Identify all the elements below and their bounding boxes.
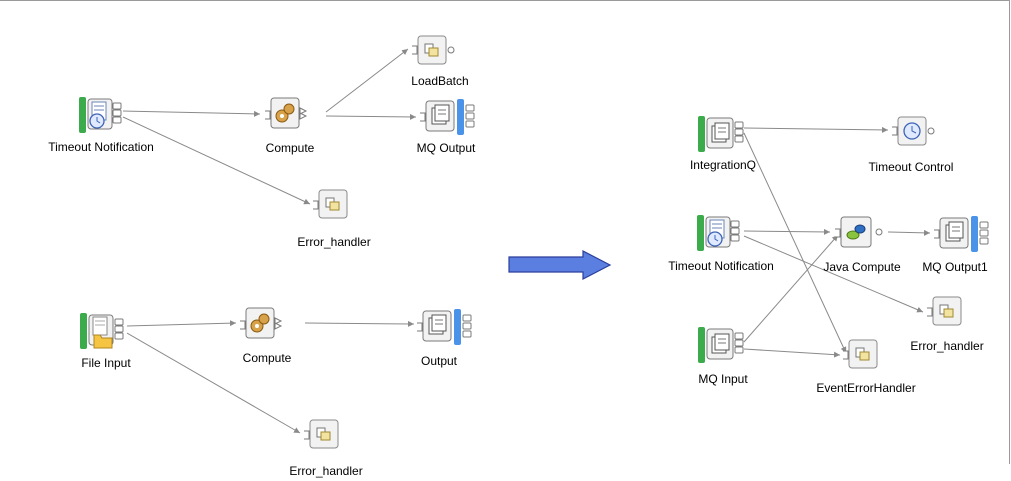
java-compute-node[interactable] <box>835 216 883 253</box>
node-label: MQ Input <box>698 372 748 386</box>
timeout-notification-icon <box>79 97 122 133</box>
error-handler-node[interactable] <box>304 419 342 456</box>
timeout-control-icon <box>892 116 935 146</box>
node-label: LoadBatch <box>411 74 469 88</box>
connection[interactable] <box>122 110 261 117</box>
node-label: Compute <box>265 141 315 155</box>
mq-input-icon <box>698 116 744 152</box>
integration-q-node[interactable] <box>698 116 744 152</box>
node-label: Error_handler <box>297 235 371 249</box>
compute-icon <box>265 97 308 129</box>
connection[interactable] <box>325 113 417 120</box>
subflow-icon <box>313 189 348 219</box>
compute-icon <box>240 307 283 339</box>
subflow-icon <box>927 296 962 326</box>
node-label: Timeout Control <box>868 160 954 174</box>
connection[interactable] <box>126 320 237 327</box>
connection[interactable] <box>304 320 415 327</box>
file-input-icon <box>80 313 124 349</box>
connection[interactable] <box>887 229 931 236</box>
node-label: Output <box>420 354 458 368</box>
mq-output-icon <box>420 99 475 135</box>
load-batch-node[interactable] <box>412 35 455 72</box>
mq-output-icon <box>417 309 472 345</box>
connection[interactable] <box>126 332 301 434</box>
error-handler-node[interactable] <box>927 296 965 333</box>
node-label: IntegrationQ <box>689 158 757 172</box>
mq-input-icon <box>698 327 744 363</box>
connection[interactable] <box>325 48 409 113</box>
output-node[interactable] <box>417 309 472 345</box>
connection[interactable] <box>743 235 924 313</box>
connection[interactable] <box>743 126 889 133</box>
mq-output-node[interactable] <box>420 99 475 135</box>
node-label: Error_handler <box>289 464 363 478</box>
node-label: Timeout Notification <box>668 259 774 273</box>
node-label: Java Compute <box>823 260 901 274</box>
java-compute-icon <box>835 216 883 248</box>
mq-output-icon <box>934 216 989 252</box>
subflow-icon <box>304 419 339 449</box>
timeout-notification-icon <box>697 215 740 251</box>
transform-arrow-icon <box>508 250 612 280</box>
connection[interactable] <box>743 234 839 343</box>
timeout-notification-node[interactable] <box>79 97 122 133</box>
node-label: Error_handler <box>910 339 984 353</box>
timeout-notification-node[interactable] <box>697 215 740 251</box>
subflow-icon <box>412 35 455 65</box>
event-error-handler-node[interactable] <box>843 339 881 376</box>
subflow-icon <box>843 339 878 369</box>
node-label: File Input <box>81 356 131 370</box>
compute-node[interactable] <box>265 97 308 133</box>
timeout-control-node[interactable] <box>892 116 935 153</box>
node-label: MQ Output <box>416 141 476 155</box>
compute-node[interactable] <box>240 307 283 343</box>
node-label: Timeout Notification <box>48 140 154 154</box>
connection[interactable] <box>743 348 841 358</box>
mq-output1-node[interactable] <box>934 216 989 252</box>
node-label: MQ Output1 <box>922 260 988 274</box>
connection[interactable] <box>743 228 831 235</box>
node-label: EventErrorHandler <box>816 381 916 395</box>
mq-input-node[interactable] <box>698 327 744 363</box>
file-input-node[interactable] <box>80 313 124 349</box>
node-label: Compute <box>242 351 292 365</box>
error-handler-node[interactable] <box>313 189 351 226</box>
